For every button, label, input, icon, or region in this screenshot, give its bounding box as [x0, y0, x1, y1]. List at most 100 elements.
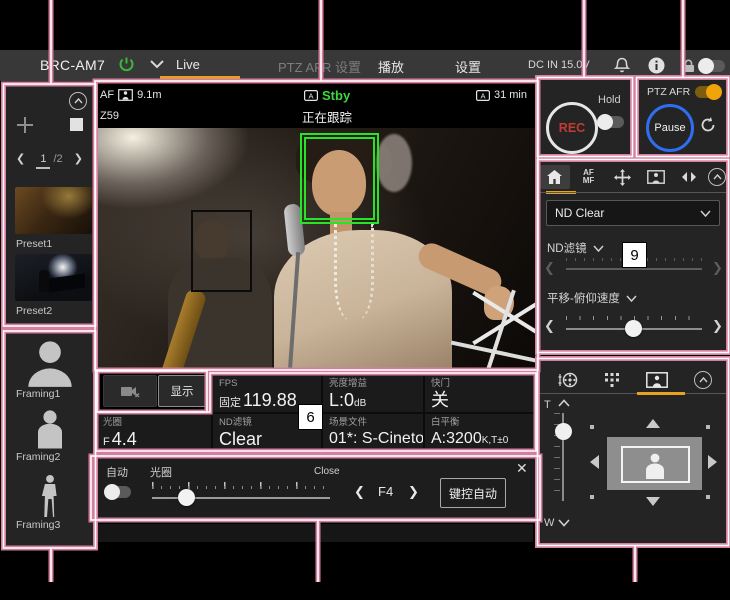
add-preset-icon[interactable] — [16, 116, 34, 134]
live-video[interactable] — [98, 128, 535, 369]
svg-text:A: A — [308, 91, 313, 100]
subject-frame-icon — [118, 89, 133, 101]
white-balance-suffix: K,T±0 — [481, 435, 509, 446]
nd-slider-left-icon[interactable]: ❮ — [544, 260, 555, 276]
power-icon[interactable] — [118, 56, 135, 73]
zoom-slider-knob[interactable] — [555, 423, 572, 440]
chevron-down-icon[interactable] — [626, 294, 637, 302]
tab-framing-control-icon[interactable] — [646, 372, 668, 388]
speed-slider-knob[interactable] — [625, 320, 642, 337]
top-bar: BRC-AM7 Live PTZ AFR 设置 播放 设置 DC IN 15.0… — [0, 50, 730, 81]
f-down-icon[interactable]: ❮ — [354, 484, 365, 500]
push-auto-button[interactable]: 键控自动 — [440, 478, 506, 508]
pad-up-icon[interactable] — [646, 419, 660, 428]
f-up-icon[interactable]: ❯ — [408, 484, 419, 500]
white-balance-cell: 白平衡 A:3200K,T±0 — [424, 413, 537, 452]
tab-af-mf[interactable]: AF MF — [573, 165, 603, 189]
rec-hold-toggle[interactable] — [597, 114, 624, 130]
lock-toggle[interactable] — [698, 58, 725, 74]
ptz-collapse-icon[interactable] — [694, 371, 712, 389]
pager-prev-icon[interactable]: ❮ — [16, 153, 25, 165]
nd-filter-select-value: ND Clear — [555, 206, 605, 220]
tab-live-underline — [160, 76, 240, 79]
nd-value: Clear — [219, 429, 263, 449]
video-off-button[interactable] — [103, 375, 157, 407]
tab-playback[interactable]: 播放 — [378, 57, 404, 76]
callout-6: 6 — [298, 404, 323, 430]
monitor-status-row1: AF 9.1m A Stby A 31 min — [100, 86, 533, 104]
tab-settings[interactable]: 设置 — [455, 57, 481, 76]
select-chevron-icon — [700, 209, 711, 217]
framing-panel: Framing1 Framing2 Framing3 — [4, 331, 95, 547]
iris-prefix: F — [103, 436, 110, 448]
power-menu-chevron-icon[interactable] — [150, 60, 164, 69]
info-icon[interactable] — [648, 57, 665, 74]
subject-frame-unselected[interactable] — [191, 210, 252, 292]
iris-auto-toggle[interactable] — [104, 484, 131, 500]
adjust-collapse-icon[interactable] — [708, 168, 727, 186]
preset2-thumbnail[interactable] — [15, 254, 92, 301]
tab-preset-grid-icon[interactable] — [604, 372, 620, 388]
tab-home-icon[interactable] — [539, 165, 570, 189]
tab-live[interactable]: Live — [176, 57, 200, 72]
close-label: Close — [314, 466, 340, 477]
preset1-thumbnail[interactable] — [15, 187, 92, 234]
tracking-status: 正在跟踪 — [302, 110, 353, 125]
framing1-label: Framing1 — [16, 388, 61, 400]
tab-joystick-icon[interactable] — [558, 372, 578, 388]
pad-down-icon[interactable] — [646, 497, 660, 506]
white-balance-value: A:3200 — [431, 430, 482, 447]
focus-distance: 9.1m — [137, 89, 162, 101]
pager-next-icon[interactable]: ❯ — [74, 153, 83, 165]
pause-button[interactable]: Pause — [646, 104, 694, 152]
f-number: F4 — [378, 484, 394, 499]
preset-collapse-icon[interactable] — [69, 92, 87, 110]
tab-framing-icon[interactable] — [641, 165, 671, 189]
gain-label: 亮度增益 — [329, 378, 368, 389]
framing2-icon[interactable] — [32, 409, 68, 449]
framing-pad[interactable] — [607, 437, 702, 490]
shutter-cell: 快门 关 — [424, 374, 537, 413]
zoom-tele-icon[interactable] — [558, 399, 570, 407]
tele-label: T — [544, 399, 551, 411]
stop-icon[interactable] — [70, 118, 83, 131]
adjust-tab-divider — [538, 192, 728, 193]
nd-slider-right-icon[interactable]: ❯ — [712, 260, 723, 276]
zoom-wide-icon[interactable] — [558, 519, 570, 527]
camera-status: Stby — [322, 87, 351, 103]
pad-left-icon[interactable] — [590, 455, 599, 469]
tab-pan-tilt-icon[interactable] — [607, 165, 637, 189]
iris-control-bar: 自动 光圈 Close ❮ F4 ❯ 键控自动 ✕ — [92, 456, 539, 520]
ptz-afr-label: PTZ AFR — [647, 86, 691, 98]
iris-slider-label: 光圈 — [150, 467, 172, 479]
preset1-label: Preset1 — [16, 238, 53, 250]
monitor-status-row2: Z59 正在跟踪 — [100, 108, 533, 125]
framing1-icon[interactable] — [24, 339, 76, 387]
close-panel-icon[interactable]: ✕ — [516, 460, 528, 477]
speed-slider-right-icon[interactable]: ❯ — [712, 318, 723, 334]
pad-right-icon[interactable] — [708, 455, 717, 469]
notifications-bell-icon[interactable] — [614, 57, 630, 74]
camera-status-icon: A — [304, 89, 318, 101]
tracking-frame-selected[interactable] — [300, 133, 379, 224]
tab-trace-icon[interactable] — [674, 165, 704, 189]
pager-current: 1 — [36, 153, 51, 169]
display-button[interactable]: 显示 — [158, 375, 206, 407]
ptz-tab-divider — [538, 393, 728, 394]
framing3-icon[interactable] — [41, 475, 59, 517]
ptz-afr-toggle[interactable] — [695, 84, 722, 100]
rec-button[interactable]: REC — [546, 102, 598, 154]
camera-monitor: AF 9.1m A Stby A 31 min Z59 正在跟踪 — [96, 82, 537, 369]
speed-slider-left-icon[interactable]: ❮ — [544, 318, 555, 334]
nd-filter-select[interactable]: ND Clear — [546, 200, 720, 226]
restart-icon[interactable] — [699, 116, 717, 134]
ptz-afr-panel: PTZ AFR Pause — [637, 78, 728, 156]
iris-slider-knob[interactable] — [178, 489, 195, 506]
ptz-tab-underline — [637, 391, 685, 395]
auto-label: 自动 — [106, 467, 128, 479]
tab-ptz-afr-settings[interactable]: PTZ AFR 设置 — [278, 57, 361, 76]
iris-value: 4.4 — [111, 429, 137, 449]
chevron-down-icon[interactable] — [593, 244, 604, 252]
gain-value: L:0 — [329, 390, 355, 410]
pad-corner-dot — [706, 425, 710, 429]
